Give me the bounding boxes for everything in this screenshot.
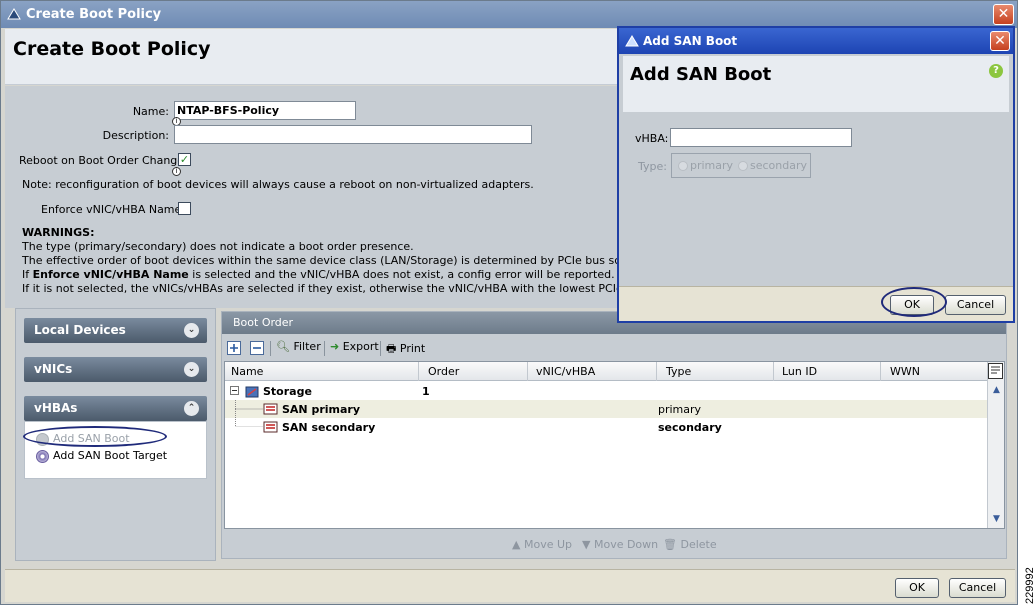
type-label: Type:: [638, 160, 667, 173]
column-header[interactable]: Lun ID: [782, 365, 817, 378]
filter-button[interactable]: 🔍︎ Filter: [276, 340, 321, 353]
description-field[interactable]: [174, 125, 532, 144]
san-icon: [263, 403, 278, 415]
app-icon: [7, 8, 21, 20]
san-boot-target-icon: [36, 449, 49, 463]
dialog-cancel-button[interactable]: Cancel: [945, 295, 1006, 315]
trash-icon: 🗑︎: [663, 538, 677, 551]
table-header: Name Order vNIC/vHBA Type Lun ID WWN: [225, 362, 987, 381]
enforce-label: Enforce vNIC/vHBA Name:: [41, 203, 185, 216]
column-header[interactable]: Name: [231, 365, 263, 378]
info-icon: i: [172, 167, 181, 176]
cancel-button[interactable]: Cancel: [949, 578, 1006, 598]
app-icon: [625, 35, 639, 47]
chevron-down-icon: ⌄: [184, 362, 199, 377]
highlight-oval: [23, 426, 167, 447]
table-scrollbar[interactable]: ▲ ▼: [987, 362, 1004, 528]
row-actions: ▲ Move Up ▼ Move Down 🗑︎ Delete: [222, 536, 1006, 556]
arrow-down-icon: ▼: [582, 538, 591, 551]
reboot-checkbox[interactable]: ✓: [178, 153, 191, 166]
warning-text: The type (primary/secondary) does not in…: [22, 240, 414, 253]
move-up-button[interactable]: ▲ Move Up: [512, 538, 572, 551]
arrow-up-icon: ▲: [512, 538, 521, 551]
close-icon[interactable]: ✕: [993, 4, 1014, 25]
column-header[interactable]: Type: [666, 365, 691, 378]
vhba-field[interactable]: [670, 128, 852, 147]
add-san-boot-dialog: Add SAN Boot ✕ Add SAN Boot ? vHBA: Type…: [617, 26, 1015, 323]
export-button[interactable]: ➜ Export: [330, 340, 379, 353]
scroll-up-icon[interactable]: ▲: [990, 384, 1003, 397]
window-titlebar: Create Boot Policy ✕: [1, 1, 1017, 28]
close-icon[interactable]: ✕: [990, 31, 1010, 51]
page-title: Create Boot Policy: [13, 38, 211, 60]
name-field[interactable]: NTAP-BFS-Policy: [174, 101, 356, 120]
accordion-local-devices[interactable]: Local Devices ⌄: [24, 318, 207, 343]
dialog-heading: Add SAN Boot: [630, 64, 772, 85]
dialog-header: Add SAN Boot ?: [623, 56, 1009, 112]
description-label: Description:: [102, 129, 169, 142]
storage-icon: [245, 386, 259, 398]
chevron-down-icon: ⌄: [184, 323, 199, 338]
window-title: Create Boot Policy: [26, 7, 162, 22]
boot-order-toolbar: 🔍︎ Filter ➜ Export 🖶︎ Print: [222, 336, 1006, 360]
window-footer: OK Cancel: [5, 569, 1015, 602]
table-row[interactable]: Storage 1: [225, 382, 987, 400]
radio-secondary[interactable]: secondary: [738, 159, 807, 172]
warning-text: If Enforce vNIC/vHBA Name is selected an…: [22, 268, 615, 281]
expand-all-icon[interactable]: [227, 341, 241, 355]
vhba-label: vHBA:: [635, 132, 669, 145]
filter-icon: 🔍︎: [276, 340, 290, 353]
highlight-oval: [881, 287, 947, 317]
help-icon[interactable]: ?: [989, 64, 1003, 78]
column-header[interactable]: WWN: [890, 365, 920, 378]
dialog-footer: OK Cancel: [619, 286, 1013, 321]
collapse-all-icon[interactable]: [250, 341, 264, 355]
boot-order-table: Name Order vNIC/vHBA Type Lun ID WWN Sto…: [224, 361, 1005, 529]
move-down-button[interactable]: ▼ Move Down: [582, 538, 658, 551]
reboot-label: Reboot on Boot Order Change:: [19, 154, 188, 167]
reboot-note: Note: reconfiguration of boot devices wi…: [22, 178, 534, 191]
accordion-vhbas[interactable]: vHBAs ⌃: [24, 396, 207, 421]
boot-order-panel: Boot Order 🔍︎ Filter ➜ Export 🖶︎ Print N…: [221, 311, 1007, 559]
dialog-titlebar: Add SAN Boot ✕: [619, 28, 1013, 54]
chevron-up-icon: ⌃: [184, 401, 199, 416]
warning-text: The effective order of boot devices with…: [22, 254, 670, 267]
table-row[interactable]: SAN secondary secondary: [225, 409, 987, 436]
column-header[interactable]: vNIC/vHBA: [536, 365, 595, 378]
name-label: Name:: [132, 105, 169, 118]
svg-text:229992: 229992: [1024, 567, 1036, 604]
enforce-checkbox[interactable]: [178, 202, 191, 215]
column-header[interactable]: Order: [428, 365, 459, 378]
delete-button[interactable]: 🗑︎ Delete: [663, 538, 717, 551]
warnings-title: WARNINGS:: [22, 226, 95, 239]
accordion-vnics[interactable]: vNICs ⌄: [24, 357, 207, 382]
radio-icon: [738, 161, 748, 171]
collapse-tree-icon[interactable]: [230, 386, 239, 395]
table-row[interactable]: SAN primary primary: [225, 400, 987, 418]
dialog-title: Add SAN Boot: [643, 34, 738, 48]
radio-primary[interactable]: primary: [678, 159, 733, 172]
export-icon: ➜: [330, 340, 340, 353]
figure-number: 229992: [1024, 567, 1036, 604]
type-radio-group: primary secondary: [671, 153, 811, 178]
printer-icon: 🖶︎: [386, 342, 397, 355]
scroll-down-icon[interactable]: ▼: [990, 513, 1003, 526]
print-button[interactable]: 🖶︎ Print: [386, 340, 425, 359]
add-san-boot-target-link[interactable]: Add SAN Boot Target: [36, 449, 167, 463]
san-icon: [263, 421, 278, 433]
ok-button[interactable]: OK: [895, 578, 939, 598]
radio-icon: [678, 161, 688, 171]
column-chooser-icon[interactable]: [988, 363, 1003, 379]
